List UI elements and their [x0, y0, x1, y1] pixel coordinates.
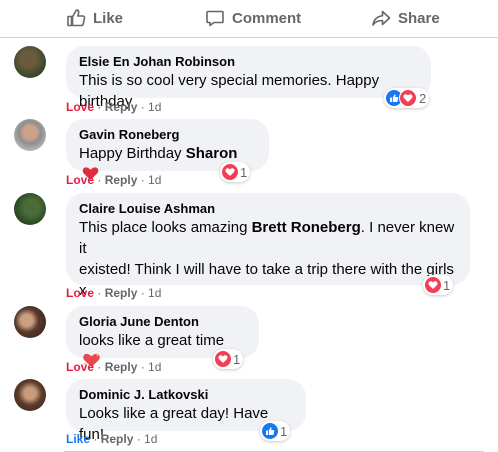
share-arrow-icon — [372, 10, 391, 26]
comment-meta: Love · Reply · 1d — [66, 359, 161, 375]
reply-link[interactable]: Reply — [105, 360, 138, 374]
separator: · — [137, 360, 149, 374]
comment-text-part: existed! Think I will have to take a tri… — [79, 261, 454, 278]
comment-time[interactable]: 1d — [148, 286, 161, 300]
comment-meta: Love · Reply · 1d — [66, 172, 161, 188]
mention-link[interactable]: Sharon — [186, 145, 238, 162]
comment-button[interactable]: Comment — [205, 0, 301, 36]
separator: · — [133, 432, 145, 446]
avatar[interactable] — [14, 46, 46, 78]
reaction-count: 1 — [240, 164, 248, 180]
heart-icon — [399, 89, 417, 107]
reaction-summary[interactable]: 2 — [384, 88, 430, 108]
like-reaction-link[interactable]: Like — [66, 432, 90, 446]
thumbs-up-icon — [67, 9, 86, 27]
love-reaction-link[interactable]: Love — [66, 173, 94, 187]
comment-author[interactable]: Elsie En Johan Robinson — [79, 54, 419, 70]
avatar[interactable] — [14, 306, 46, 338]
love-reaction-link[interactable]: Love — [66, 286, 94, 300]
comment-meta: Love · Reply · 1d — [66, 99, 161, 115]
reply-link[interactable]: Reply — [105, 100, 138, 114]
comment-time[interactable]: 1d — [148, 360, 161, 374]
comment-text-part: This place looks amazing — [79, 219, 252, 236]
reaction-summary[interactable]: 1 — [220, 162, 251, 182]
comment-bubble: Claire Louise Ashman This place looks am… — [66, 193, 470, 299]
separator: · — [137, 100, 149, 114]
avatar[interactable] — [14, 379, 46, 411]
reaction-summary[interactable]: 1 — [260, 421, 291, 441]
comment-time[interactable]: 1d — [148, 100, 161, 114]
reaction-count: 2 — [419, 90, 427, 106]
reply-link[interactable]: Reply — [105, 173, 138, 187]
post-action-bar: Like Comment Share — [0, 0, 498, 38]
separator: · — [90, 432, 101, 446]
reply-link[interactable]: Reply — [101, 432, 134, 446]
share-button[interactable]: Share — [371, 0, 440, 36]
comment-time[interactable]: 1d — [144, 432, 157, 446]
like-button[interactable]: Like — [66, 0, 123, 36]
like-label: Like — [93, 9, 124, 27]
avatar[interactable] — [14, 193, 46, 225]
comment-author[interactable]: Gavin Roneberg — [79, 127, 257, 143]
comment-meta: Like · Reply · 1d — [66, 431, 157, 447]
separator: · — [137, 286, 149, 300]
separator: · — [94, 286, 105, 300]
comment-author[interactable]: Gloria June Denton — [79, 314, 247, 330]
reaction-count: 1 — [280, 423, 288, 439]
comment-author[interactable]: Claire Louise Ashman — [79, 201, 458, 217]
comment-text-part: Happy Birthday — [79, 145, 186, 162]
comment-author[interactable]: Dominic J. Latkovski — [79, 387, 294, 403]
reaction-count: 1 — [233, 351, 241, 367]
share-label: Share — [398, 9, 440, 27]
mention-link[interactable]: Brett Roneberg — [252, 219, 361, 236]
reaction-summary[interactable]: 1 — [423, 275, 454, 295]
comment-meta: Love · Reply · 1d — [66, 285, 161, 301]
comment-label: Comment — [232, 9, 302, 27]
love-reaction-link[interactable]: Love — [66, 100, 94, 114]
separator: · — [137, 173, 149, 187]
like-icon — [262, 423, 278, 439]
comment-bubble: Elsie En Johan Robinson This is so cool … — [66, 46, 431, 110]
separator: · — [94, 100, 105, 114]
separator: · — [94, 360, 105, 374]
heart-icon — [215, 351, 231, 367]
love-reaction-link[interactable]: Love — [66, 360, 94, 374]
comment-text-part: looks like a great time — [79, 332, 225, 349]
speech-bubble-icon — [206, 10, 224, 27]
reply-link[interactable]: Reply — [105, 286, 138, 300]
heart-icon — [222, 164, 238, 180]
heart-icon — [425, 277, 441, 293]
reaction-count: 1 — [443, 277, 451, 293]
separator: · — [94, 173, 105, 187]
reaction-summary[interactable]: 1 — [213, 349, 244, 369]
comment-time[interactable]: 1d — [148, 173, 161, 187]
avatar[interactable] — [14, 119, 46, 151]
